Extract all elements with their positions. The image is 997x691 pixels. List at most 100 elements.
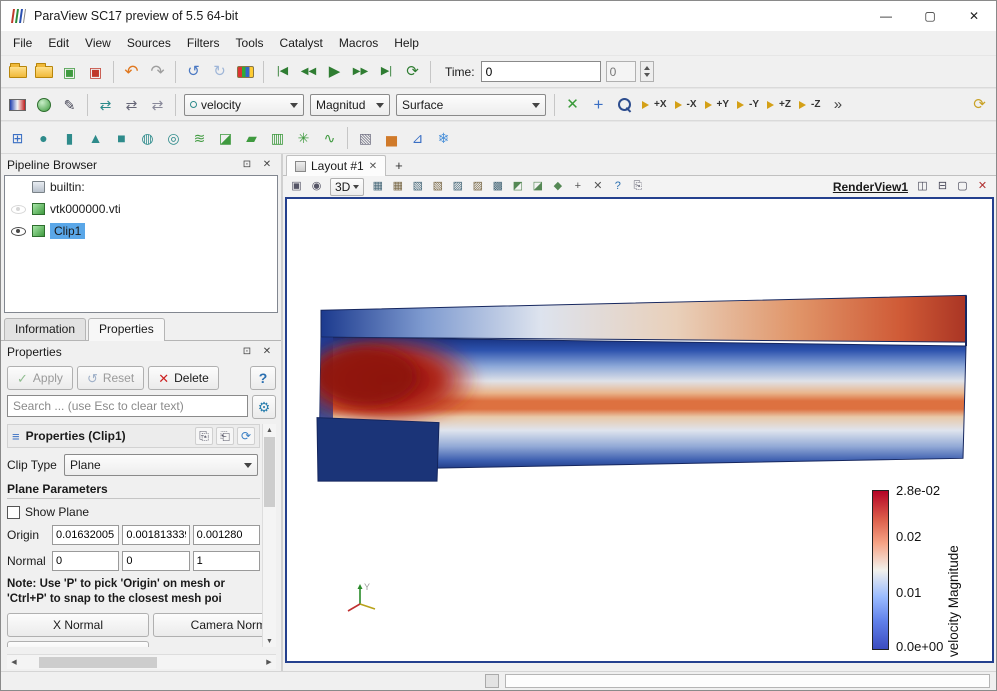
filter-contour-icon[interactable]: ≋	[187, 125, 212, 150]
pipeline-item-vtk000000[interactable]: vtk000000.vti	[5, 198, 277, 220]
filter-glyph-icon[interactable]: ✳	[291, 125, 316, 150]
split-vertical-icon[interactable]: ⊟	[933, 177, 952, 196]
menu-help[interactable]: Help	[386, 33, 427, 53]
rescale-temporal-icon[interactable]: ⇄	[145, 92, 170, 117]
frame-index-input[interactable]	[605, 61, 636, 82]
set-view-minus-x-button[interactable]: -X	[672, 93, 700, 117]
color-legend-toggle-icon[interactable]	[5, 92, 30, 117]
origin-z-input[interactable]	[192, 525, 260, 545]
scrollbar-thumb[interactable]	[264, 437, 275, 507]
layout-tab[interactable]: Layout #1 ✕	[286, 155, 387, 176]
color-array-select[interactable]: velocity	[184, 93, 304, 116]
close-view-icon[interactable]: ✕	[973, 177, 992, 196]
x-normal-button[interactable]: X Normal	[7, 612, 149, 637]
rotate-camera-icon[interactable]: ⟳	[967, 92, 992, 117]
undock-panel-icon[interactable]: ⊡	[239, 157, 255, 173]
origin-x-input[interactable]	[52, 525, 120, 545]
glyph-snowflake-icon[interactable]: ❄	[431, 125, 456, 150]
visibility-eye-icon[interactable]	[11, 226, 26, 236]
maximize-view-icon[interactable]: ▢	[953, 177, 972, 196]
loop-icon[interactable]: ⟳	[400, 59, 425, 84]
interaction-mode-select[interactable]: 3D	[330, 177, 365, 196]
zoom-to-box-icon[interactable]	[612, 92, 637, 117]
properties-vertical-scrollbar[interactable]: ▲ ▼	[262, 424, 276, 647]
visibility-eye-icon[interactable]	[11, 204, 26, 214]
menu-catalyst[interactable]: Catalyst	[272, 33, 331, 53]
disconnect-icon[interactable]: ▣	[83, 59, 108, 84]
search-input[interactable]	[7, 395, 248, 417]
close-panel-icon[interactable]: ✕	[259, 344, 275, 360]
frame-spinner[interactable]	[639, 61, 654, 82]
calculator-icon[interactable]: ⊞	[5, 125, 30, 150]
tab-information[interactable]: Information	[4, 318, 87, 340]
camera-undo-icon[interactable]: ↺	[181, 59, 206, 84]
histogram-icon[interactable]: ▅	[379, 125, 404, 150]
set-view-minus-z-button[interactable]: -Z	[796, 93, 823, 117]
select-frustum-cells-icon[interactable]: ▧	[408, 177, 427, 196]
maximize-button[interactable]: ▢	[908, 1, 952, 31]
pipeline-item-builtin[interactable]: builtin:	[5, 176, 277, 198]
plot-over-line-icon[interactable]: ⊿	[405, 125, 430, 150]
reset-button[interactable]: ↺ Reset	[76, 366, 145, 390]
close-tab-icon[interactable]: ✕	[369, 161, 377, 172]
source-cylinder-icon[interactable]: ▮	[57, 125, 82, 150]
gear-icon[interactable]: ⚙	[252, 395, 276, 419]
source-disk-icon[interactable]: ◍	[135, 125, 160, 150]
tab-properties[interactable]: Properties	[88, 318, 165, 341]
camera-redo-icon[interactable]: ↻	[207, 59, 232, 84]
extract-selection-icon[interactable]: ▧	[353, 125, 378, 150]
clipboard-icon[interactable]: ⎘	[628, 177, 647, 196]
menu-filters[interactable]: Filters	[179, 33, 228, 53]
connect-icon[interactable]: ▣	[57, 59, 82, 84]
filter-threshold-icon[interactable]: ▥	[265, 125, 290, 150]
menu-file[interactable]: File	[5, 33, 40, 53]
hover-points-icon[interactable]: ◆	[548, 177, 567, 196]
select-polygon-points-icon[interactable]: ▨	[468, 177, 487, 196]
time-input[interactable]	[480, 61, 601, 82]
abort-button[interactable]	[485, 674, 499, 688]
camera-normal-button[interactable]: Camera Normal	[153, 612, 276, 637]
filter-clip-icon[interactable]: ◪	[213, 125, 238, 150]
adjust-camera-icon[interactable]: ◉	[307, 177, 326, 196]
representation-select[interactable]: Surface	[396, 93, 546, 116]
component-select[interactable]: Magnitud	[310, 93, 390, 116]
menu-sources[interactable]: Sources	[119, 33, 179, 53]
source-cube-icon[interactable]: ■	[109, 125, 134, 150]
reset-camera-icon[interactable]: ✕	[560, 92, 585, 117]
copy-properties-icon[interactable]: ⎘	[195, 427, 213, 445]
reload-properties-icon[interactable]: ⟳	[237, 427, 255, 445]
source-sphere-icon[interactable]: ●	[31, 125, 56, 150]
scroll-up-arrow-icon[interactable]: ▲	[263, 424, 276, 436]
scroll-right-arrow-icon[interactable]: ▶	[262, 658, 276, 666]
rescale-custom-range-icon[interactable]: ⇄	[119, 92, 144, 117]
scrollbar-thumb[interactable]	[39, 656, 157, 668]
rescale-data-range-icon[interactable]: ⇄	[93, 92, 118, 117]
normal-y-input[interactable]	[122, 551, 190, 571]
capture-screenshot-icon[interactable]: ▣	[287, 177, 306, 196]
help-button[interactable]: ?	[250, 366, 276, 390]
source-cone-icon[interactable]: ▲	[83, 125, 108, 150]
select-block-icon[interactable]: ▩	[488, 177, 507, 196]
show-plane-checkbox[interactable]	[7, 505, 20, 519]
select-surface-cells-icon[interactable]: ▦	[368, 177, 387, 196]
filter-stream-tracer-icon[interactable]: ∿	[317, 125, 342, 150]
previous-frame-icon[interactable]: ◀◀	[296, 59, 321, 84]
origin-y-input[interactable]	[122, 525, 190, 545]
menu-view[interactable]: View	[77, 33, 119, 53]
set-view-plus-x-button[interactable]: +X	[639, 93, 670, 117]
solid-color-icon[interactable]	[31, 92, 56, 117]
help-icon[interactable]: ?	[608, 177, 627, 196]
grow-selection-icon[interactable]: +	[568, 177, 587, 196]
zoom-to-data-icon[interactable]: +	[586, 92, 611, 117]
clear-selection-icon[interactable]: ✕	[588, 177, 607, 196]
normal-x-input[interactable]	[52, 551, 120, 571]
minimize-button[interactable]: —	[864, 1, 908, 31]
last-frame-icon[interactable]: ▶|	[374, 59, 399, 84]
menu-macros[interactable]: Macros	[331, 33, 386, 53]
properties-horizontal-scrollbar[interactable]: ◀ ▶	[7, 654, 276, 669]
select-polygon-cells-icon[interactable]: ▨	[448, 177, 467, 196]
open-file-icon[interactable]	[5, 59, 30, 84]
y-normal-button[interactable]: Y Normal	[7, 640, 149, 647]
apply-button[interactable]: ✓ Apply	[7, 366, 73, 390]
clip-type-select[interactable]: Plane	[64, 454, 258, 476]
